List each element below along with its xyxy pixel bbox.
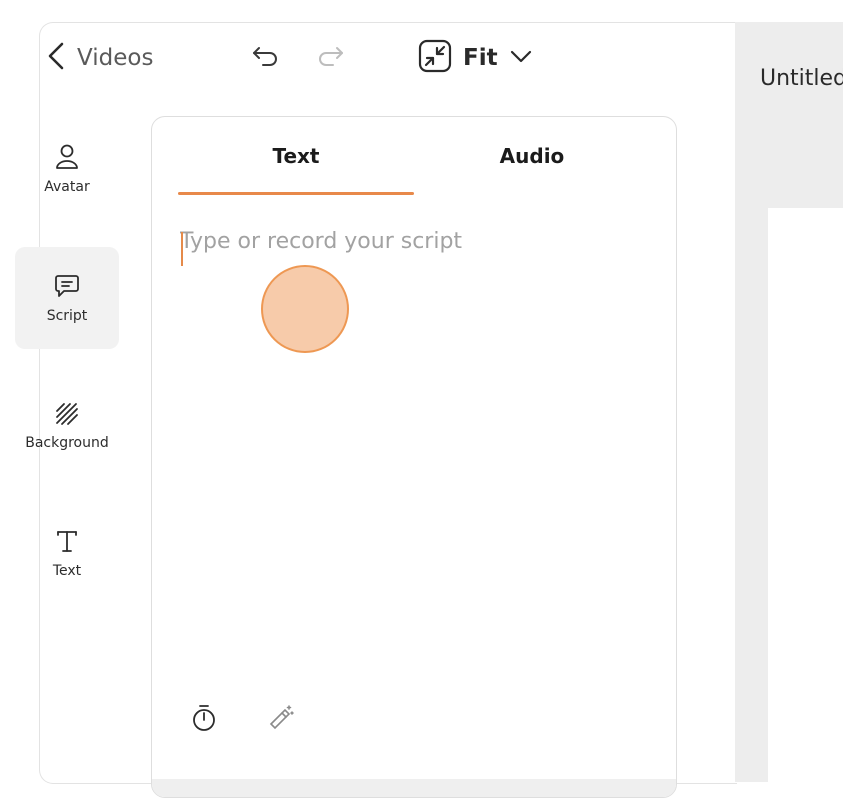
sidebar-item-label: Text: [52, 563, 82, 579]
chevron-left-icon: [45, 40, 69, 76]
redo-button[interactable]: [312, 40, 348, 76]
video-title[interactable]: Untitled: [760, 66, 843, 91]
tab-text[interactable]: Text: [178, 117, 414, 195]
timer-icon: [191, 703, 217, 737]
back-button[interactable]: Videos: [45, 40, 195, 76]
text-caret: [181, 232, 183, 266]
fit-icon: [417, 38, 453, 78]
sidebar-item-text[interactable]: Text: [15, 502, 119, 604]
text-icon: [54, 527, 80, 559]
magic-wand-icon: [267, 704, 295, 736]
zoom-select[interactable]: Fit: [417, 38, 567, 78]
chevron-down-icon: [508, 46, 534, 70]
back-label: Videos: [77, 45, 154, 71]
undo-button[interactable]: [248, 40, 284, 76]
active-tab-indicator: [178, 192, 414, 195]
tab-audio[interactable]: Audio: [414, 117, 650, 195]
sidebar-item-avatar[interactable]: Avatar: [15, 118, 119, 220]
panel-footer: [152, 779, 676, 797]
magic-edit-button[interactable]: [266, 705, 296, 735]
sidebar-item-script[interactable]: Script: [15, 247, 119, 349]
sidebar-item-label: Avatar: [44, 179, 90, 195]
sidebar-item-label: Script: [46, 308, 88, 324]
canvas-preview[interactable]: [768, 208, 843, 782]
canvas-area: Untitled: [735, 22, 843, 782]
sidebar-item-label: Background: [25, 435, 109, 451]
sidebar-item-background[interactable]: Background: [15, 375, 119, 477]
script-panel: Text Audio: [151, 116, 677, 798]
timer-button[interactable]: [189, 705, 219, 735]
undo-icon: [251, 44, 281, 72]
script-input[interactable]: [180, 229, 650, 659]
script-icon: [54, 272, 80, 304]
zoom-label: Fit: [463, 45, 498, 71]
avatar-icon: [54, 143, 80, 175]
redo-icon: [315, 44, 345, 72]
background-icon: [54, 401, 80, 431]
